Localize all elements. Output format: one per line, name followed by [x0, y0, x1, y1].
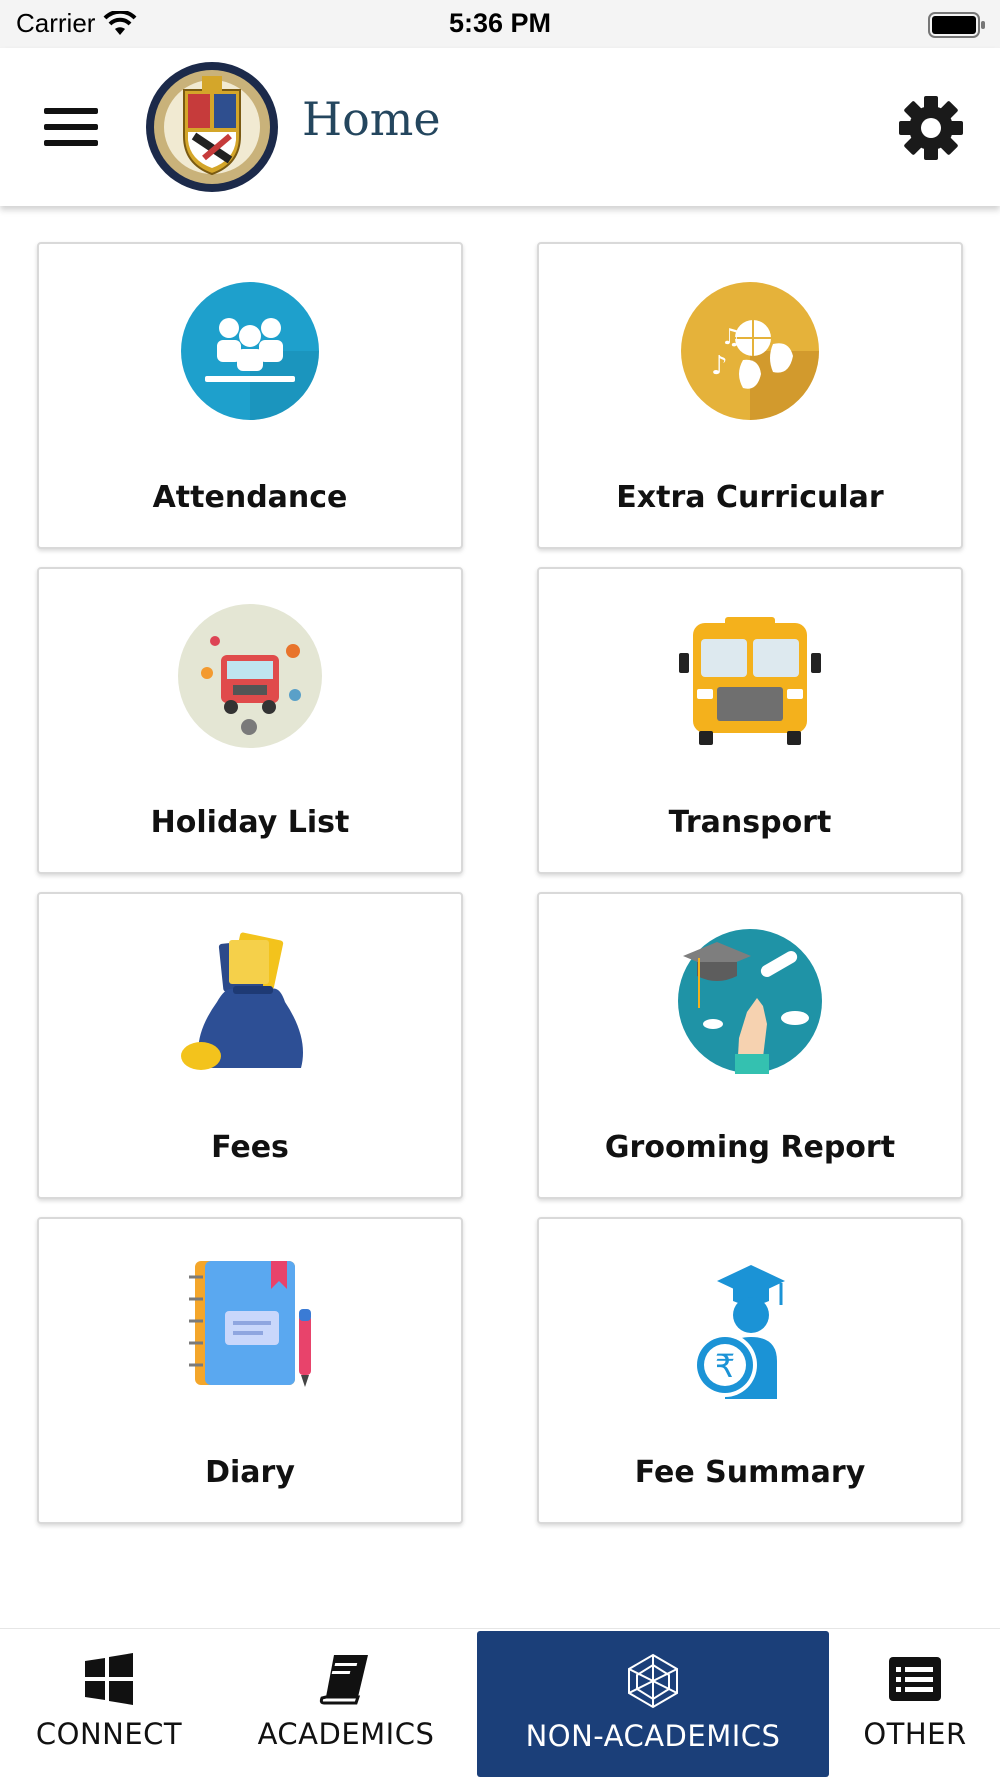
tile-label: Grooming Report — [604, 1130, 896, 1165]
gear-icon[interactable] — [896, 93, 966, 163]
graduation-icon — [678, 929, 822, 1074]
tab-other[interactable]: OTHER — [840, 1629, 990, 1778]
tile-grooming-report[interactable]: Grooming Report — [537, 892, 963, 1199]
tile-diary[interactable]: Diary — [37, 1217, 463, 1524]
module-grid: Attendance ♪ ♫ Extra Curricular Holiday … — [37, 242, 963, 1524]
extra-curricular-icon: ♪ ♫ — [681, 282, 819, 420]
app-header: Home — [0, 48, 1000, 206]
tab-label: NON-ACADEMICS — [525, 1719, 781, 1753]
book-icon — [319, 1655, 368, 1705]
windows-icon — [85, 1653, 133, 1705]
page-title: Home — [302, 92, 441, 146]
hamburger-menu-icon[interactable] — [44, 108, 98, 150]
school-crest-logo — [146, 62, 278, 192]
tile-attendance[interactable]: Attendance — [37, 242, 463, 549]
tab-label: OTHER — [863, 1717, 967, 1751]
holiday-list-icon — [178, 604, 322, 748]
tab-non-academics[interactable]: NON-ACADEMICS — [477, 1631, 829, 1777]
tab-academics[interactable]: ACADEMICS — [246, 1629, 446, 1778]
svg-text:₹: ₹ — [715, 1347, 735, 1385]
attendance-icon — [181, 282, 319, 420]
tile-fee-summary[interactable]: ₹ Fee Summary — [537, 1217, 963, 1524]
clock: 5:36 PM — [448, 8, 552, 38]
tab-label: CONNECT — [35, 1717, 183, 1751]
notebook-icon — [189, 1261, 311, 1387]
school-bus-icon — [679, 617, 821, 745]
student-rupee-icon: ₹ — [693, 1265, 785, 1399]
money-bag-icon — [181, 932, 303, 1070]
tile-transport[interactable]: Transport — [537, 567, 963, 874]
battery-icon — [928, 12, 985, 38]
tile-fees[interactable]: Fees — [37, 892, 463, 1199]
tile-holiday-list[interactable]: Holiday List — [37, 567, 463, 874]
tab-connect[interactable]: CONNECT — [0, 1629, 218, 1778]
tab-label: ACADEMICS — [257, 1717, 435, 1751]
tile-label: Transport — [668, 805, 832, 840]
tile-label: Holiday List — [150, 805, 350, 840]
svg-text:♫: ♫ — [721, 325, 741, 350]
tile-label: Diary — [205, 1455, 295, 1490]
tile-label: Fee Summary — [634, 1455, 866, 1490]
tile-label: Fees — [211, 1130, 289, 1165]
polyhedron-icon — [628, 1653, 678, 1709]
svg-text:♪: ♪ — [711, 351, 728, 381]
tile-label: Attendance — [152, 480, 348, 515]
bottom-tab-bar: CONNECT ACADEMICS NON-ACADEMICS OTHER — [0, 1628, 1000, 1778]
status-bar: Carrier 5:36 PM — [0, 0, 1000, 48]
tile-extra-curricular[interactable]: ♪ ♫ Extra Curricular — [537, 242, 963, 549]
list-icon — [889, 1657, 941, 1701]
tile-label: Extra Curricular — [616, 480, 884, 515]
